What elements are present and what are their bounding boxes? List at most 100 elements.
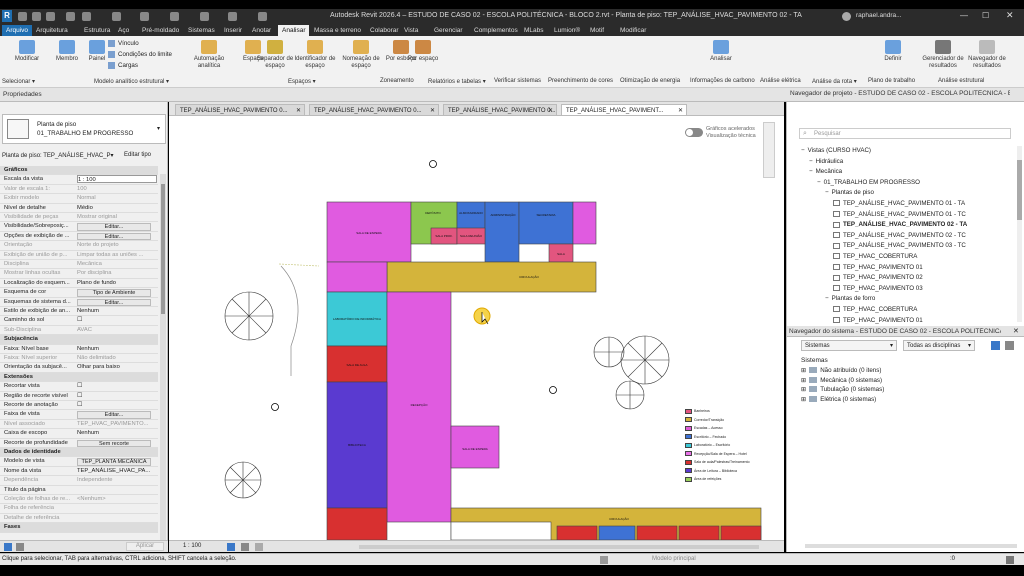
sun-path-icon[interactable] (255, 543, 263, 551)
menu-tab[interactable]: MLabs (520, 25, 548, 36)
menu-tab[interactable]: Inserir (220, 25, 246, 36)
property-row[interactable]: Valor de escala 1: 100 (0, 185, 158, 195)
floor-plan-canvas[interactable]: SALA DE ESPERA DEPÓSITO ADMINISTRAÇÃO SE… (169, 116, 769, 540)
ribbon-button[interactable]: Gerenciador de resultados (920, 40, 966, 70)
expand-icon[interactable]: − (817, 179, 821, 186)
system-browser-scrollbar[interactable] (805, 544, 1017, 548)
menu-tab[interactable]: Aço (114, 25, 133, 36)
property-edit-button[interactable]: Sem recorte (77, 439, 151, 447)
menu-tab[interactable]: Estrutura (80, 25, 114, 36)
filter-icon[interactable] (1006, 556, 1014, 564)
property-row[interactable]: Dependência Independente (0, 476, 158, 486)
section-icon[interactable] (228, 12, 237, 21)
property-row[interactable]: Recortar vista ☐ (0, 382, 158, 392)
accelerated-graphics-toggle[interactable] (685, 128, 703, 137)
property-row[interactable]: Visibilidade de peças Mostrar original (0, 213, 158, 223)
discipline-dropdown[interactable]: Todas as disciplinas ▾ (903, 340, 975, 351)
property-row[interactable]: Visibilidade/Sobreposiç... Editar... (0, 222, 158, 232)
type-selector[interactable]: Planta de piso 01_TRABALHO EM PROGRESSO … (2, 114, 166, 144)
tree-item[interactable]: TEP_ANÁLISE_HVAC_PAVIMENTO 02 - TA (833, 220, 967, 230)
property-section-header[interactable]: Subjacência (0, 335, 158, 345)
search-field[interactable]: ⌕ Pesquisar (799, 128, 1011, 139)
ribbon-group-label[interactable]: Análise estrutural (938, 78, 984, 84)
property-row[interactable]: Localização do esquem... Plano de fundo (0, 279, 158, 289)
system-item[interactable]: ⊞ Mecânica (0 sistemas) (801, 376, 882, 386)
tree-item[interactable]: − Plantas de piso (825, 188, 874, 198)
property-section-header[interactable]: Fases (0, 523, 158, 533)
tree-item[interactable]: TEP_HVAC_PAVIMENTO 02 (833, 273, 923, 283)
property-row[interactable]: Mostrar linhas ocultas Por disciplina (0, 269, 158, 279)
view-tab[interactable]: TEP_ANÁLISE_HVAC_PAVIMENT... ✕ (561, 104, 687, 116)
ribbon-group-label[interactable]: Relatórios e tabelas ▾ (428, 78, 486, 85)
property-section-header[interactable]: Dados de identidade (0, 448, 158, 458)
ribbon-group-label[interactable]: Selecionar ▾ (2, 78, 35, 85)
ribbon-group-label[interactable]: Modelo analítico estrutural ▾ (94, 78, 169, 85)
tree-item[interactable]: TEP_HVAC_PAVIMENTO 01 (833, 263, 923, 273)
menu-tab[interactable]: Lumion® (550, 25, 584, 36)
property-row[interactable]: Nível associado TEP_HVAC_PAVIMENTO... (0, 420, 158, 430)
tree-item[interactable]: TEP_ANÁLISE_HVAC_PAVIMENTO 01 - TC (833, 210, 966, 220)
menu-tab[interactable]: Massa e terreno (310, 25, 365, 36)
maximize-button[interactable]: ☐ (982, 11, 989, 20)
text-icon[interactable] (170, 12, 179, 21)
workset-icon[interactable] (600, 556, 608, 564)
sync-icon[interactable] (46, 12, 55, 21)
ribbon-small-button[interactable]: Condições do limite (108, 51, 172, 58)
view-tab[interactable]: TEP_ANÁLISE_HVAC_PAVIMENTO 0... ✕ (309, 104, 439, 116)
property-row[interactable]: Caixa de escopo Nenhum (0, 429, 158, 439)
view-tab[interactable]: TEP_ANÁLISE_HVAC_PAVIMENTO 0... ✕ (443, 104, 557, 116)
revit-logo[interactable]: R (2, 10, 12, 22)
property-edit-button[interactable]: Editar... (77, 411, 151, 419)
settings-icon[interactable] (1005, 341, 1014, 350)
user-name[interactable]: raphael.andra... (856, 12, 902, 19)
property-row[interactable]: Estilo de exibição de an... Nenhum (0, 307, 158, 317)
tree-icon[interactable] (16, 543, 24, 551)
drawing-area[interactable]: SALA DE ESPERA DEPÓSITO ADMINISTRAÇÃO SE… (169, 102, 784, 552)
menu-tab[interactable]: Arquivo (2, 25, 33, 36)
edit-type-button[interactable]: Editar tipo (124, 152, 151, 158)
view-cube-icon[interactable] (4, 543, 12, 551)
visual-style-icon[interactable] (241, 543, 249, 551)
ribbon-button[interactable]: Identificador de espaço (292, 40, 338, 70)
ribbon-small-button[interactable]: Cargas (108, 62, 138, 69)
property-row[interactable]: Faixa: Nível superior Não delimitado (0, 354, 158, 364)
ribbon-group-label[interactable]: Informações de carbono (690, 78, 755, 84)
menu-tab[interactable]: Arquitetura (32, 25, 72, 36)
columns-icon[interactable] (991, 341, 1000, 350)
ribbon-group-label[interactable]: Análise elétrica (760, 78, 801, 84)
tree-item[interactable]: TEP_ANÁLISE_HVAC_PAVIMENTO 02 - TC (833, 231, 966, 241)
property-row[interactable]: Sub-Disciplina AVAC (0, 326, 158, 336)
systems-dropdown[interactable]: Sistemas ▾ (801, 340, 897, 351)
undo-icon[interactable] (66, 12, 75, 21)
property-row[interactable]: Nome da vista TEP_ANÁLISE_HVAC_PA... (0, 467, 158, 477)
ribbon-group-label[interactable]: Zoneamento (380, 78, 414, 84)
expand-icon[interactable]: − (825, 295, 829, 302)
active-model[interactable]: Modelo principal (652, 556, 696, 562)
ribbon-group-label[interactable]: Plano de trabalho (868, 78, 915, 84)
tree-item[interactable]: TEP_ANÁLISE_HVAC_PAVIMENTO 01 - TA (833, 199, 965, 209)
ribbon-small-button[interactable]: Vínculo (108, 40, 139, 47)
ribbon-button[interactable]: Navegador de resultados (964, 40, 1010, 70)
view-tab[interactable]: TEP_ANÁLISE_HVAC_PAVIMENTO 0... ✕ (175, 104, 305, 116)
property-row[interactable]: Exibição de união de p... Limpar todas as… (0, 251, 158, 260)
system-item[interactable]: ⊞ Tubulação (0 sistemas) (801, 385, 884, 395)
browser-scrollbar[interactable] (1017, 146, 1022, 322)
close-icon[interactable]: ✕ (548, 105, 553, 115)
property-edit-button[interactable]: Editar... (77, 223, 151, 231)
expand-icon[interactable]: − (809, 168, 813, 175)
user-icon[interactable] (842, 12, 851, 21)
ribbon-button[interactable]: Definir (870, 40, 916, 63)
tree-item[interactable]: TEP_HVAC_COBERTURA (833, 305, 917, 315)
3d-view-icon[interactable] (200, 12, 209, 21)
property-row[interactable]: Faixa de vista Editar... (0, 410, 158, 420)
tree-item[interactable]: TEP_HVAC_PAVIMENTO 01 (833, 316, 923, 326)
ribbon-button[interactable]: Analisar (698, 40, 744, 63)
horizontal-scrollbar[interactable] (359, 545, 759, 549)
property-row[interactable]: Recorte de profundidade Sem recorte (0, 439, 158, 448)
property-row[interactable]: Caminho do sol ☐ (0, 316, 158, 326)
navigation-bar[interactable] (763, 122, 775, 178)
property-row[interactable]: Orientação da subjacê... Olhar para baixo (0, 363, 158, 373)
expand-icon[interactable]: − (809, 158, 813, 165)
menu-tab[interactable]: Anotar (248, 25, 275, 36)
close-button[interactable]: ✕ (1006, 10, 1014, 21)
